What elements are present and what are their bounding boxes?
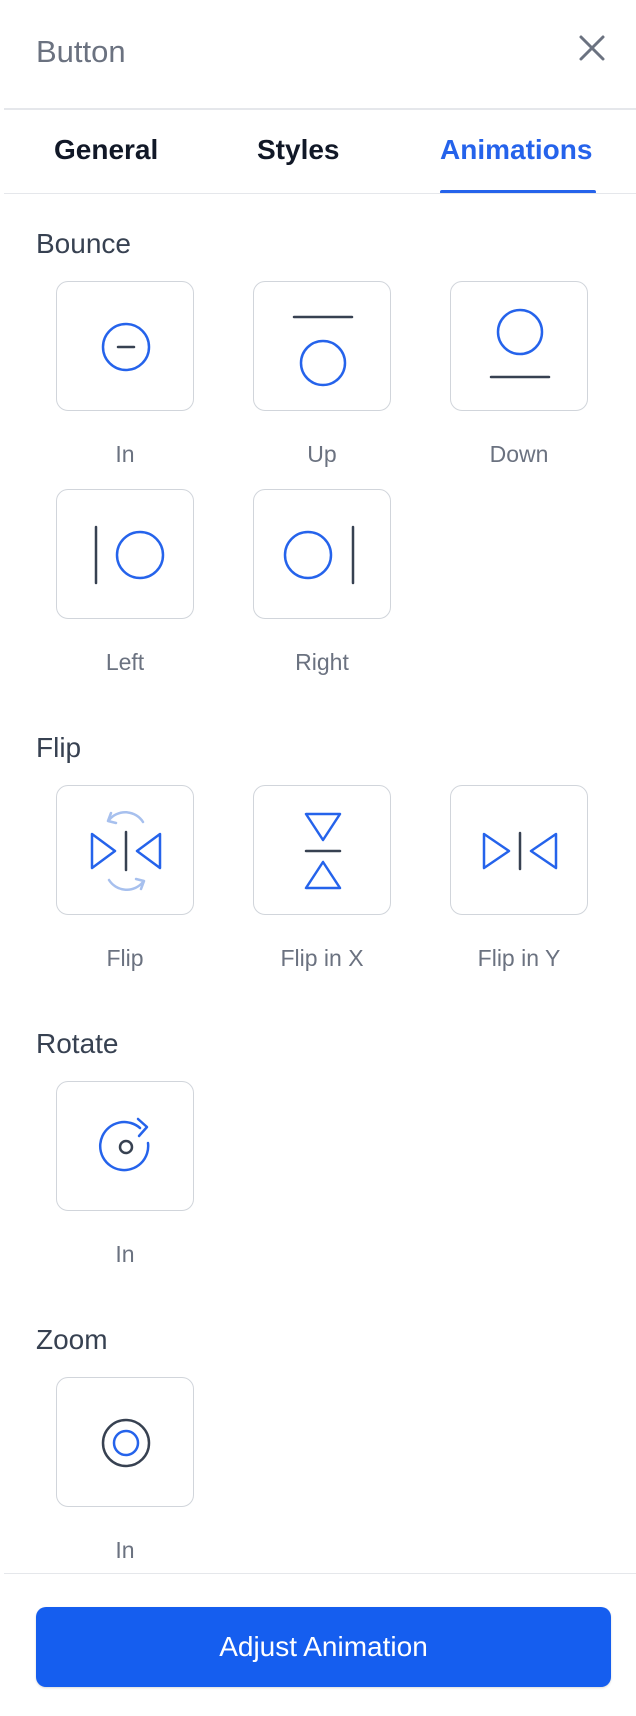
flip-in-y-icon [482, 831, 558, 871]
animation-option-bounce-up[interactable] [253, 281, 391, 411]
adjust-animation-button[interactable]: Adjust Animation [36, 1607, 611, 1687]
tab-styles[interactable]: Styles [257, 134, 340, 166]
animation-label: Flip [106, 945, 144, 971]
tab-general[interactable]: General [54, 134, 158, 166]
animation-option-rotate-in[interactable] [56, 1081, 194, 1211]
section-title-bounce: Bounce [36, 228, 131, 259]
animation-option-bounce-down[interactable] [450, 281, 588, 411]
bounce-up-icon [292, 315, 354, 387]
animation-label: In [115, 1537, 135, 1563]
rotate-in-icon [99, 1117, 150, 1172]
animation-label: Flip in X [280, 945, 364, 971]
animation-option-zoom-in[interactable] [56, 1377, 194, 1507]
animation-option-bounce-left[interactable] [56, 489, 194, 619]
bounce-in-icon [101, 322, 151, 372]
animation-option-bounce-in[interactable] [56, 281, 194, 411]
animation-option-flip-in-x[interactable] [253, 785, 391, 915]
bounce-right-icon [283, 525, 355, 585]
zoom-in-icon [101, 1418, 151, 1468]
tab-animations[interactable]: Animations [440, 134, 592, 166]
close-icon[interactable] [572, 28, 612, 68]
bounce-left-icon [94, 525, 165, 585]
flip-in-x-icon [304, 812, 342, 890]
panel-title: Button [36, 34, 126, 69]
tabs-divider [4, 193, 636, 194]
section-title-flip: Flip [36, 732, 82, 763]
animation-label: In [115, 1241, 135, 1267]
header-divider [4, 108, 636, 110]
animation-label: Flip in Y [477, 945, 561, 971]
section-title-zoom: Zoom [36, 1324, 108, 1355]
animation-label: Down [489, 441, 549, 467]
footer-divider [4, 1573, 636, 1574]
section-title-rotate: Rotate [36, 1028, 119, 1059]
animation-option-bounce-right[interactable] [253, 489, 391, 619]
animation-panel: Button General Styles Animations Bounce … [4, 0, 636, 1716]
flip-icon [90, 811, 162, 891]
animation-label: Right [295, 649, 349, 675]
bounce-down-icon [489, 308, 551, 379]
animation-label: Left [105, 649, 145, 675]
animation-label: Up [307, 441, 337, 467]
animation-option-flip[interactable] [56, 785, 194, 915]
animation-label: In [115, 441, 135, 467]
animation-option-flip-in-y[interactable] [450, 785, 588, 915]
